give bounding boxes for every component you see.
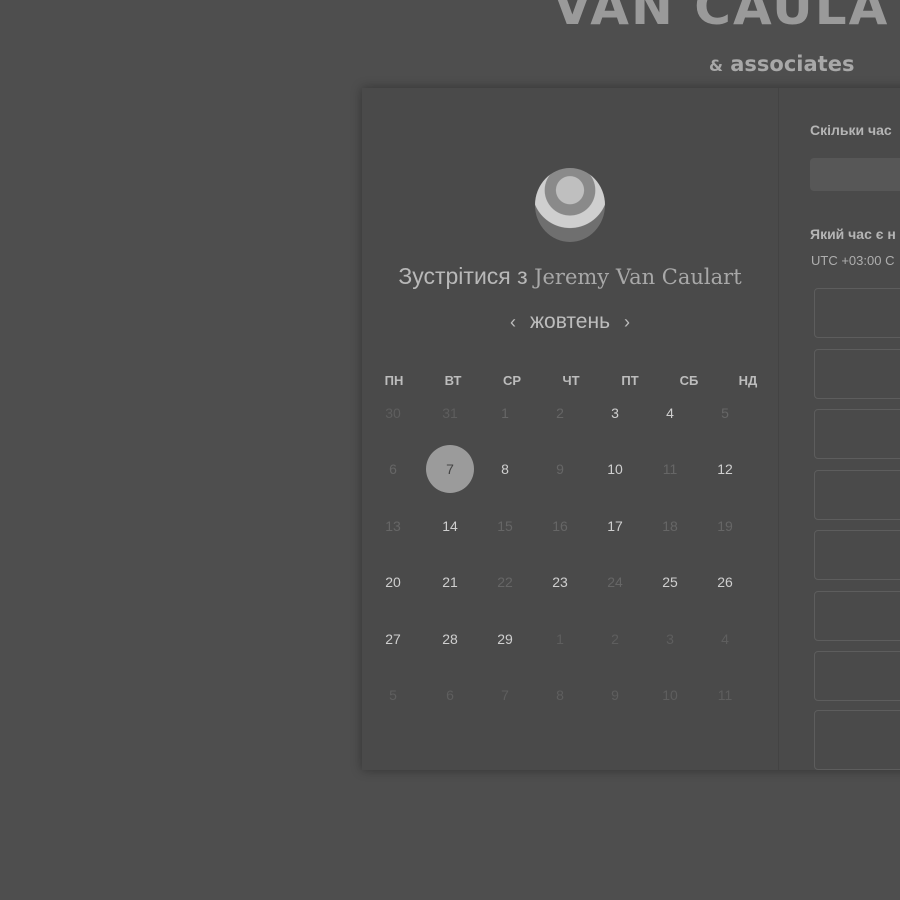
calendar-day: 1 xyxy=(556,631,564,647)
calendar-day-selected[interactable]: 7 xyxy=(426,445,474,493)
calendar-day: 6 xyxy=(446,687,454,703)
time-slot[interactable] xyxy=(814,710,900,770)
calendar-day[interactable]: 10 xyxy=(591,445,639,493)
calendar-day[interactable]: 17 xyxy=(591,502,639,550)
calendar-day[interactable]: 14 xyxy=(426,502,474,550)
calendar-grid: 30 31 1 2 3 4 5 6 7 8 9 10 11 12 13 14 15 16 17 18 19 20 21 22 2… xyxy=(362,88,778,770)
calendar-day[interactable]: 29 xyxy=(481,615,529,663)
calendar-day: 1 xyxy=(501,405,509,421)
calendar-day[interactable]: 20 xyxy=(369,558,417,606)
calendar-day: 3 xyxy=(666,631,674,647)
calendar-day: 15 xyxy=(497,518,513,534)
calendar-day[interactable]: 28 xyxy=(426,615,474,663)
calendar-day[interactable]: 3 xyxy=(591,389,639,437)
time-slot[interactable] xyxy=(814,530,900,580)
calendar-day[interactable]: 27 xyxy=(369,615,417,663)
calendar-day: 11 xyxy=(662,461,678,477)
time-slot[interactable] xyxy=(814,348,900,399)
calendar-day: 2 xyxy=(556,405,564,421)
brand-header: VAN CAULA & associates xyxy=(0,0,900,90)
calendar-day: 18 xyxy=(662,518,678,534)
calendar-day: 7 xyxy=(501,687,509,703)
calendar-day: 6 xyxy=(389,461,397,477)
brand-title: VAN CAULA xyxy=(553,0,890,36)
calendar-day: 19 xyxy=(717,518,733,534)
time-slot[interactable] xyxy=(814,469,900,520)
time-slot[interactable] xyxy=(814,288,900,338)
calendar-day[interactable]: 26 xyxy=(701,558,749,606)
calendar-day: 22 xyxy=(497,574,513,590)
calendar-day: 13 xyxy=(385,518,401,534)
calendar-day: 5 xyxy=(721,405,729,421)
time-label: Який час є н xyxy=(810,226,896,242)
booking-card: Зустрітися з Jeremy Van Caulart ‹ жовтень… xyxy=(362,88,900,770)
brand-subtitle-text: associates xyxy=(730,52,855,76)
calendar-day: 5 xyxy=(389,687,397,703)
brand-ampersand: & xyxy=(709,56,723,75)
duration-select[interactable] xyxy=(810,158,900,191)
timezone-label[interactable]: UTC +03:00 С xyxy=(811,253,894,268)
calendar-day[interactable]: 23 xyxy=(536,558,584,606)
calendar-day: 9 xyxy=(556,461,564,477)
time-pane: Скільки час Який час є н UTC +03:00 С xyxy=(779,88,900,770)
calendar-day[interactable]: 8 xyxy=(481,445,529,493)
brand-subtitle: & associates xyxy=(709,52,854,76)
time-slot[interactable] xyxy=(814,651,900,701)
calendar-day: 4 xyxy=(721,631,729,647)
calendar-day: 31 xyxy=(442,405,458,421)
time-slot[interactable] xyxy=(814,590,900,641)
calendar-day: 30 xyxy=(385,405,401,421)
calendar-day: 8 xyxy=(556,687,564,703)
calendar-day[interactable]: 12 xyxy=(701,445,749,493)
calendar-day[interactable]: 4 xyxy=(646,389,694,437)
time-slot[interactable] xyxy=(814,409,900,459)
calendar-day[interactable]: 21 xyxy=(426,558,474,606)
calendar-day: 2 xyxy=(611,631,619,647)
calendar-pane: Зустрітися з Jeremy Van Caulart ‹ жовтень… xyxy=(362,88,778,770)
calendar-day: 16 xyxy=(552,518,568,534)
calendar-day: 11 xyxy=(717,687,733,703)
calendar-day[interactable]: 25 xyxy=(646,558,694,606)
duration-label: Скільки час xyxy=(810,122,892,138)
calendar-day: 9 xyxy=(611,687,619,703)
calendar-day: 10 xyxy=(662,687,678,703)
calendar-day: 24 xyxy=(607,574,623,590)
